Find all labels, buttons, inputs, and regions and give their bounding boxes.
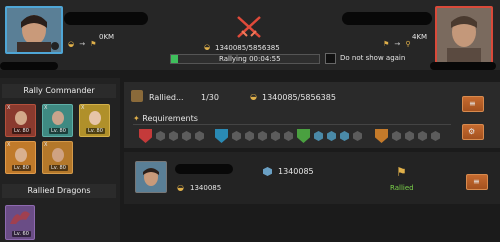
requirement-slot <box>156 131 165 141</box>
requirement-slot <box>327 131 336 141</box>
right-player-portrait-icon <box>437 8 491 62</box>
left-route-icons: ◒ → ⚑ <box>68 31 96 50</box>
list-icon: ≡ <box>473 177 480 186</box>
member-details-button[interactable]: ≡ <box>466 174 488 190</box>
right-player-name-redacted <box>342 12 432 25</box>
right-distance: 4KM <box>412 33 428 41</box>
commander-card[interactable]: X Lv. 80 <box>42 141 73 174</box>
helmet-icon: ◒ <box>177 183 184 192</box>
left-player-avatar[interactable] <box>5 6 63 54</box>
rally-info-power: 1340085/5856385 <box>262 93 336 102</box>
commander-x-label: X <box>44 105 48 111</box>
requirement-slot <box>314 131 323 141</box>
member-name-redacted <box>175 164 233 174</box>
requirements-divider <box>133 124 451 125</box>
requirement-slots <box>139 129 459 145</box>
requirement-slot <box>340 131 349 141</box>
rally-progress-fill <box>171 55 179 63</box>
requirements-header: ✦ Requirements <box>133 114 198 123</box>
rally-count: 1/30 <box>201 93 219 102</box>
arrow-right-icon: → <box>79 40 86 48</box>
member-troops: 1340085 <box>278 167 314 176</box>
commander-portrait-icon <box>52 148 64 162</box>
requirement-slot <box>169 131 178 141</box>
commander-x-label: X <box>7 105 11 111</box>
rally-progress-bar: Rallying 00:04:55 <box>170 54 320 64</box>
commander-card[interactable]: X Lv. 80 <box>5 141 36 174</box>
requirement-slot <box>405 131 414 141</box>
commander-x-label: X <box>81 105 85 111</box>
requirement-slot <box>195 131 204 141</box>
commander-card[interactable]: X Lv. 80 <box>5 104 36 137</box>
requirement-slot <box>353 131 362 141</box>
do-not-show-label: Do not show again <box>340 54 406 62</box>
blue-shield-icon[interactable] <box>215 129 228 143</box>
commander-portrait-icon <box>52 111 64 125</box>
flag-icon: ⚑ <box>383 40 390 48</box>
member-status: Rallied <box>390 184 414 192</box>
requirement-slot <box>284 131 293 141</box>
requirement-slot <box>431 131 440 141</box>
rally-list-button[interactable]: ≡ <box>462 96 484 112</box>
gear-icon: ⚙ <box>468 127 476 136</box>
requirement-slot <box>258 131 267 141</box>
requirement-slot <box>232 131 241 141</box>
dragon-level: Lv. 60 <box>12 231 31 237</box>
requirement-slot <box>271 131 280 141</box>
rally-status: Rallying 00:04:55 <box>219 55 281 63</box>
requirements-label: Requirements <box>142 114 198 123</box>
right-route-icons: ⚑ → ⚲ <box>383 31 410 50</box>
red-shield-icon[interactable] <box>139 129 152 143</box>
rally-timer: 00:04:55 <box>249 55 281 63</box>
commander-card[interactable]: X Lv. 80 <box>79 104 110 137</box>
flag-icon: ⚑ <box>90 40 97 48</box>
requirement-slot <box>392 131 401 141</box>
rally-commander-title: Rally Commander <box>2 84 116 98</box>
dragon-card[interactable]: Lv. 60 <box>5 205 35 240</box>
commander-card[interactable]: X Lv. 80 <box>42 104 73 137</box>
list-icon: ≡ <box>469 99 476 108</box>
requirement-slot <box>182 131 191 141</box>
member-row <box>124 152 500 204</box>
commander-level: Lv. 80 <box>12 128 31 134</box>
commander-portrait-icon <box>89 111 101 125</box>
commander-portrait-icon <box>15 148 27 162</box>
helmet-icon: ◒ <box>250 92 257 101</box>
commander-x-label: X <box>7 142 11 148</box>
green-shield-icon[interactable] <box>297 129 310 143</box>
commander-x-label: X <box>44 142 48 148</box>
left-player-subtitle-redacted <box>0 62 58 70</box>
commander-level: Lv. 80 <box>86 128 105 134</box>
settings-button[interactable]: ⚙ <box>462 124 484 140</box>
member-avatar[interactable] <box>135 161 167 193</box>
member-power: 1340085 <box>190 184 222 192</box>
dragon-icon <box>10 211 30 224</box>
rally-info-title: Rallied... <box>149 93 184 102</box>
rallied-dragons-title: Rallied Dragons <box>2 184 116 198</box>
commander-level: Lv. 80 <box>12 165 31 171</box>
header-power: 1340085/5856385 <box>215 44 280 52</box>
shield-badge-icon <box>51 42 59 50</box>
rally-info-icon <box>131 90 143 102</box>
requirement-slot <box>418 131 427 141</box>
orange-shield-icon[interactable] <box>375 129 388 143</box>
helmet-icon: ◒ <box>68 40 75 48</box>
commander-portrait-icon <box>15 111 27 125</box>
commander-level: Lv. 80 <box>49 165 68 171</box>
right-player-subtitle-redacted <box>430 62 496 70</box>
flag-icon: ⚑ <box>396 165 407 179</box>
crossed-swords-icon <box>237 16 261 38</box>
commander-level: Lv. 80 <box>49 128 68 134</box>
right-player-avatar[interactable] <box>435 6 493 64</box>
sparkle-icon: ✦ <box>133 114 140 123</box>
member-portrait-icon <box>136 162 166 192</box>
location-pin-icon: ⚲ <box>405 40 411 48</box>
left-distance: 0KM <box>99 33 115 41</box>
left-player-name-redacted <box>64 12 148 25</box>
arrow-right-icon: → <box>394 40 401 48</box>
rally-status-label: Rallying <box>219 55 247 63</box>
helmet-icon: ◒ <box>204 43 211 51</box>
do-not-show-checkbox[interactable] <box>325 53 336 64</box>
requirement-slot <box>245 131 254 141</box>
